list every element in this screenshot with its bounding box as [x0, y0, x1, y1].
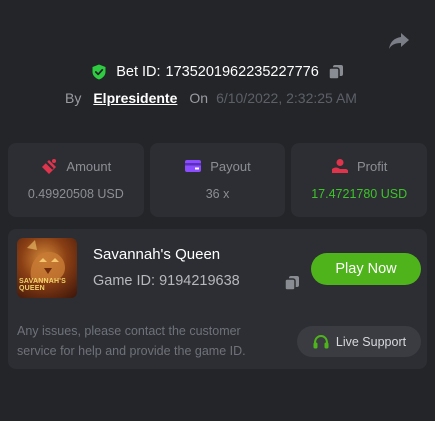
- support-message: Any issues, please contact the customer …: [17, 324, 246, 358]
- bet-detail-panel: Bet ID: 1735201962235227776 By Elpreside…: [0, 0, 435, 421]
- game-name: Savannah's Queen: [93, 246, 221, 263]
- bet-id-label: Bet ID:: [116, 64, 161, 80]
- profit-value: 17.4721780 USD: [311, 187, 408, 201]
- share-icon: [389, 33, 409, 49]
- user-link[interactable]: Elpresidente: [93, 90, 177, 106]
- copy-icon[interactable]: [328, 64, 344, 80]
- profit-label: Profit: [357, 158, 388, 174]
- payout-icon: [185, 160, 202, 172]
- bet-date: 6/10/2022, 2:32:25 AM: [216, 90, 357, 106]
- game-thumbnail[interactable]: SAVANNAH'S QUEEN: [17, 238, 77, 298]
- stats-row: Amount 0.49920508 USD Payout 36 x Profit…: [8, 143, 428, 217]
- amount-label: Amount: [66, 158, 112, 174]
- payout-label: Payout: [210, 158, 251, 174]
- bet-id-value: 1735201962235227776: [165, 64, 319, 80]
- profit-icon: [332, 159, 348, 173]
- profit-card: Profit 17.4721780 USD: [291, 143, 428, 217]
- live-support-label: Live Support: [335, 334, 407, 349]
- live-support-button[interactable]: Live Support: [297, 326, 421, 357]
- game-id: Game ID: 9194219638: [93, 273, 240, 289]
- bet-meta-line: By Elpresidente On 6/10/2022, 2:32:25 AM: [65, 88, 357, 108]
- amount-card: Amount 0.49920508 USD: [8, 143, 144, 217]
- amount-value: 0.49920508 USD: [27, 187, 124, 201]
- payout-value: 36 x: [205, 187, 230, 201]
- payout-card: Payout 36 x: [149, 143, 286, 217]
- bet-id-line: Bet ID: 1735201962235227776: [0, 61, 435, 83]
- share-button[interactable]: [386, 30, 412, 52]
- shield-check-icon: [92, 64, 106, 80]
- on-label: On: [189, 90, 209, 106]
- amount-icon: [42, 159, 57, 174]
- by-label: By: [65, 90, 82, 106]
- headset-icon: [313, 334, 329, 348]
- play-now-button[interactable]: Play Now: [311, 253, 421, 285]
- game-thumb-logo-text: SAVANNAH'S QUEEN: [19, 278, 66, 292]
- game-card: SAVANNAH'S QUEEN Savannah's Queen Game I…: [8, 229, 427, 369]
- copy-icon[interactable]: [284, 275, 300, 291]
